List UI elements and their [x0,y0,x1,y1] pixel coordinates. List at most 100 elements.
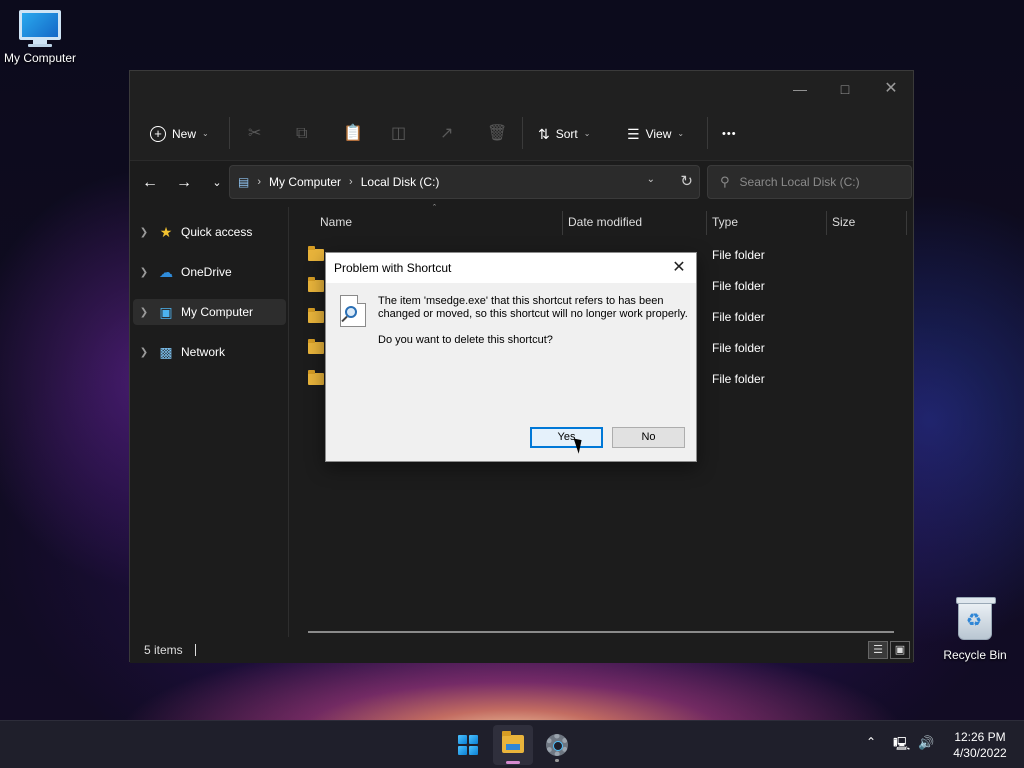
column-header-size[interactable]: Size [802,207,906,237]
clock-date: 4/30/2022 [953,746,1007,760]
dialog-message: The item 'msedge.exe' that this shortcut… [378,295,688,320]
breadcrumb-local-disk[interactable]: Local Disk (C:) [361,175,440,189]
chevron-down-icon: ⌄ [202,129,209,138]
desktop-icon-my-computer[interactable]: My Computer [0,10,80,65]
dialog-title-text: Problem with Shortcut [334,261,452,275]
view-label: View [645,127,672,141]
recycle-symbol-icon: ♻ [966,610,983,630]
computer-icon [19,10,61,40]
folder-icon [308,277,324,292]
desktop-icon-label: My Computer [3,51,77,65]
breadcrumb-separator-icon: › [349,176,353,188]
copy-icon[interactable]: ⧉ [296,119,307,149]
search-placeholder: Search Local Disk (C:) [739,175,860,189]
row-type: File folder [712,279,765,293]
sidebar-item-my-computer[interactable]: ❯ ▣ My Computer [133,299,286,325]
expand-chevron-icon[interactable]: ❯ [133,347,155,358]
drive-icon: ▤ [238,175,250,189]
dialog-close-icon[interactable]: ✕ [668,257,690,279]
active-app-indicator [506,761,520,764]
sort-icon: ⇅ [538,126,550,142]
address-dropdown-icon[interactable]: ⌄ [647,174,655,185]
large-icons-view-icon[interactable]: ▣ [890,641,910,659]
status-bar: 5 items ☰ ▣ [130,637,913,663]
windows-logo-icon [458,735,478,755]
address-bar[interactable]: ▤ › My Computer › Local Disk (C:) ⌄ ↻ [229,165,700,199]
recycle-bin-icon: ♻ [956,597,996,640]
chevron-down-icon: ⌄ [677,129,685,138]
rename-icon[interactable]: ◫ [391,119,406,149]
folder-icon [308,246,324,261]
command-bar: + New ⌄ ✂ ⧉ 📋 ◫ ↗ 🗑 ⇅ Sort ⌄ ☰ View ⌄ ••… [130,105,913,161]
sidebar-item-label: OneDrive [181,265,232,279]
toolbar-divider [229,117,230,149]
network-icon: ▩ [159,343,173,360]
star-icon: ★ [159,223,173,240]
new-button[interactable]: + New ⌄ [150,119,209,149]
paste-icon[interactable]: 📋 [343,119,363,149]
row-type: File folder [712,341,765,355]
expand-chevron-icon[interactable]: ❯ [133,307,155,318]
sort-button[interactable]: ⇅ Sort ⌄ [538,119,590,149]
minimize-button[interactable]: — [777,75,823,103]
back-arrow-icon[interactable]: ← [136,171,164,195]
row-type: File folder [712,372,765,386]
close-button[interactable]: ✕ [868,75,914,103]
sidebar-item-quick-access[interactable]: ❯ ★ Quick access [133,219,286,245]
folder-icon [308,308,324,323]
navigation-pane: ❯ ★ Quick access ❯ ☁ OneDrive ❯ ▣ My Com… [130,207,289,637]
status-divider [194,644,196,656]
desktop-icon-recycle-bin[interactable]: ♻ Recycle Bin [935,597,1015,662]
column-divider[interactable] [906,211,907,235]
more-options-button[interactable]: ••• [722,119,737,149]
details-view-icon[interactable]: ☰ [868,641,888,659]
cloud-icon: ☁ [159,263,173,280]
maximize-button[interactable]: □ [822,75,868,103]
title-bar: — □ ✕ [130,71,913,105]
network-status-icon[interactable]: 🖳 [893,735,910,757]
sidebar-item-onedrive[interactable]: ❯ ☁ OneDrive [133,259,286,285]
chevron-down-icon: ⌄ [583,129,591,138]
start-button[interactable] [448,725,488,765]
taskbar-file-explorer[interactable] [493,725,533,765]
clock-time: 12:26 PM [954,730,1006,744]
yes-button[interactable]: Yes [530,427,603,448]
problem-with-shortcut-dialog: Problem with Shortcut ✕ The item 'msedge… [325,252,697,462]
column-header-date-modified[interactable]: Date modified [538,207,706,237]
taskbar-settings[interactable] [537,725,577,765]
system-clock[interactable]: 12:26 PM 4/30/2022 [944,729,1016,761]
forward-arrow-icon[interactable]: → [170,171,198,195]
sidebar-item-label: My Computer [181,305,254,319]
volume-icon[interactable]: 🔊 [918,735,934,751]
show-hidden-icons-chevron-icon[interactable]: ⌃ [866,735,876,749]
settings-gear-icon [546,734,568,756]
computer-icon-base [28,44,52,47]
breadcrumb-my-computer[interactable]: My Computer [269,175,341,189]
no-button[interactable]: No [612,427,685,448]
navigation-bar: ← → ⌄ ▤ › My Computer › Local Disk (C:) … [130,161,913,207]
view-button[interactable]: ☰ View ⌄ [627,119,684,149]
refresh-icon[interactable]: ↻ [680,172,693,190]
row-type: File folder [712,310,765,324]
sidebar-item-network[interactable]: ❯ ▩ Network [133,339,286,365]
sort-label: Sort [555,127,578,141]
desktop-icon-label: Recycle Bin [943,648,1007,662]
breadcrumb-separator-icon: › [257,176,262,188]
expand-chevron-icon[interactable]: ❯ [133,227,155,238]
view-icon: ☰ [627,126,640,142]
cut-icon[interactable]: ✂ [248,119,261,149]
search-box[interactable]: ⚲ Search Local Disk (C:) [707,165,912,199]
taskbar: ⌃ 🖳 🔊 12:26 PM 4/30/2022 [0,720,1024,768]
magnifier-handle [341,315,348,323]
row-type: File folder [712,248,765,262]
share-icon[interactable]: ↗ [440,119,453,149]
recent-locations-chevron-icon[interactable]: ⌄ [203,171,231,195]
folder-icon [308,339,324,354]
computer-icon: ▣ [159,303,173,320]
running-app-indicator [555,759,559,762]
toolbar-divider [522,117,523,149]
horizontal-scrollbar[interactable] [308,631,894,633]
expand-chevron-icon[interactable]: ❯ [133,267,155,278]
delete-icon[interactable]: 🗑 [487,119,507,149]
column-header-name[interactable]: Name [290,207,562,237]
